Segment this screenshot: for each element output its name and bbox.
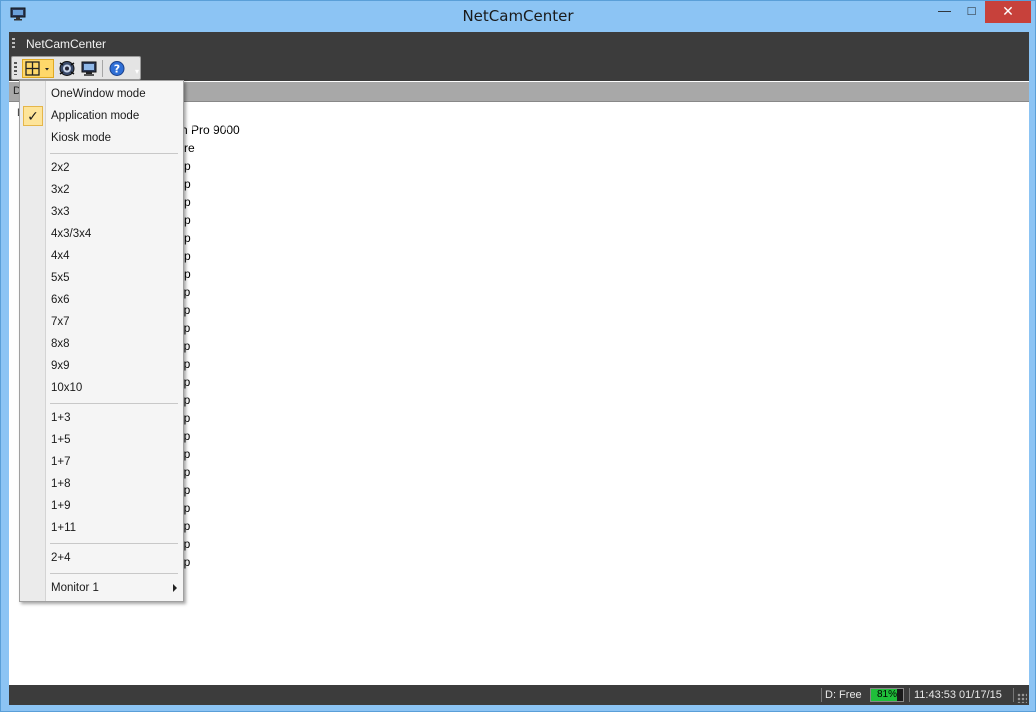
- menu-item-label: 3x2: [51, 184, 70, 196]
- menu-item-label: 2x2: [51, 162, 70, 174]
- layout-button[interactable]: [22, 59, 54, 78]
- app-title-bar: NetCamCenter: [9, 32, 1029, 55]
- list-item[interactable]: p: [184, 177, 191, 191]
- status-datetime: 11:43:53 01/17/15: [914, 689, 1002, 701]
- menu-item-label: Application mode: [51, 110, 140, 122]
- menu-item-9x9[interactable]: 9x9: [46, 355, 183, 377]
- menu-item-label: 10x10: [51, 382, 83, 394]
- menu-item-label: Monitor 1: [51, 582, 99, 594]
- menu-item-5x5[interactable]: 5x5: [46, 267, 183, 289]
- menu-item-3x2[interactable]: 3x2: [46, 179, 183, 201]
- menu-item-kiosk-mode[interactable]: Kiosk mode: [46, 127, 183, 149]
- menu-item-2x2[interactable]: 2x2: [46, 157, 183, 179]
- window-title: NetCamCenter: [462, 7, 574, 25]
- menu-item-label: 8x8: [51, 338, 70, 350]
- toolbar-overflow-icon[interactable]: ▾: [135, 67, 139, 76]
- disk-usage-bar: 81%: [870, 688, 904, 702]
- status-separator: [1013, 688, 1014, 702]
- menu-item-monitor-1[interactable]: Monitor 1: [46, 577, 183, 599]
- menu-item-label: 1+3: [51, 412, 71, 424]
- list-item[interactable]: p: [184, 267, 191, 281]
- close-button[interactable]: ✕: [985, 1, 1031, 23]
- menu-item-1-5[interactable]: 1+5: [46, 429, 183, 451]
- menu-item-6x6[interactable]: 6x6: [46, 289, 183, 311]
- menu-item-2-4[interactable]: 2+4: [46, 547, 183, 569]
- menu-item-label: 1+8: [51, 478, 71, 490]
- menu-item-1-11[interactable]: 1+11: [46, 517, 183, 539]
- menu-item-label: 6x6: [51, 294, 70, 306]
- toolbar-grip-icon[interactable]: [14, 62, 17, 75]
- menu-item-4x3-3x4[interactable]: 4x3/3x4: [46, 223, 183, 245]
- menu-item-label: Kiosk mode: [51, 132, 112, 144]
- menu-gutter: [20, 81, 46, 601]
- grid-layout-icon: [25, 61, 49, 76]
- menu-item-label: 5x5: [51, 272, 70, 284]
- menu-item-3x3[interactable]: 3x3: [46, 201, 183, 223]
- menu-item-label: 1+11: [51, 522, 77, 534]
- monitor-icon: [81, 61, 97, 76]
- menu-item-1-3[interactable]: 1+3: [46, 407, 183, 429]
- menu-item-onewindow-mode[interactable]: OneWindow mode: [46, 83, 183, 105]
- menu-item-label: 4x4: [51, 250, 70, 262]
- monitor-button[interactable]: [79, 59, 99, 78]
- menu-separator: [50, 573, 178, 574]
- check-icon: ✓: [23, 106, 43, 126]
- title-bar[interactable]: NetCamCenter — □ ✕: [1, 1, 1035, 31]
- submenu-arrow-icon: [173, 584, 177, 592]
- menu-item-label: 9x9: [51, 360, 70, 372]
- list-item[interactable]: p: [184, 231, 191, 245]
- menu-item-10x10[interactable]: 10x10: [46, 377, 183, 399]
- list-item[interactable]: p: [184, 159, 191, 173]
- minimize-button[interactable]: —: [931, 1, 958, 23]
- toolbar: ? ▾: [11, 56, 141, 80]
- menu-item-1-8[interactable]: 1+8: [46, 473, 183, 495]
- menu-item-label: 4x3/3x4: [51, 228, 92, 240]
- menu-item-label: OneWindow mode: [51, 88, 146, 100]
- app-window: NetCamCenter — □ ✕ NetCamCenter ? ▾ D n …: [0, 0, 1036, 712]
- menu-item-8x8[interactable]: 8x8: [46, 333, 183, 355]
- menu-item-7x7[interactable]: 7x7: [46, 311, 183, 333]
- menu-item-1-9[interactable]: 1+9: [46, 495, 183, 517]
- grip-icon[interactable]: [12, 38, 15, 49]
- svg-text:?: ?: [114, 63, 120, 76]
- menu-separator: [50, 543, 178, 544]
- disk-free-label: D: Free: [825, 689, 862, 701]
- layout-dropdown-menu: OneWindow mode ✓ Application mode Kiosk mod…: [19, 80, 184, 602]
- gear-icon: [59, 61, 75, 76]
- menu-separator: [50, 153, 178, 154]
- menu-item-1-7[interactable]: 1+7: [46, 451, 183, 473]
- status-bar: D: Free 81% 11:43:53 01/17/15: [9, 685, 1029, 705]
- menu-item-label: 3x3: [51, 206, 70, 218]
- menu-item-label: 7x7: [51, 316, 70, 328]
- camera-settings-button[interactable]: [57, 59, 77, 78]
- resize-grip-icon[interactable]: [1017, 693, 1027, 703]
- status-separator: [909, 688, 910, 702]
- help-icon: ?: [109, 61, 125, 76]
- list-item[interactable]: p: [184, 213, 191, 227]
- menu-item-4x4[interactable]: 4x4: [46, 245, 183, 267]
- help-button[interactable]: ?: [107, 59, 127, 78]
- maximize-button[interactable]: □: [958, 1, 985, 23]
- menu-item-label: 1+5: [51, 434, 71, 446]
- menu-item-label: 2+4: [51, 552, 71, 564]
- list-item[interactable]: p: [184, 195, 191, 209]
- list-item[interactable]: re: [184, 141, 195, 155]
- toolbar-separator: [102, 60, 103, 77]
- menu-item-application-mode[interactable]: ✓ Application mode: [23, 105, 183, 127]
- list-item[interactable]: p: [184, 249, 191, 263]
- menu-separator: [50, 403, 178, 404]
- menu-item-label: 1+7: [51, 456, 71, 468]
- app-title: NetCamCenter: [26, 37, 107, 51]
- disk-usage-percent: 81%: [876, 689, 897, 700]
- toolbar-row: ? ▾: [9, 55, 1029, 81]
- status-separator: [821, 688, 822, 702]
- menu-item-label: 1+9: [51, 500, 71, 512]
